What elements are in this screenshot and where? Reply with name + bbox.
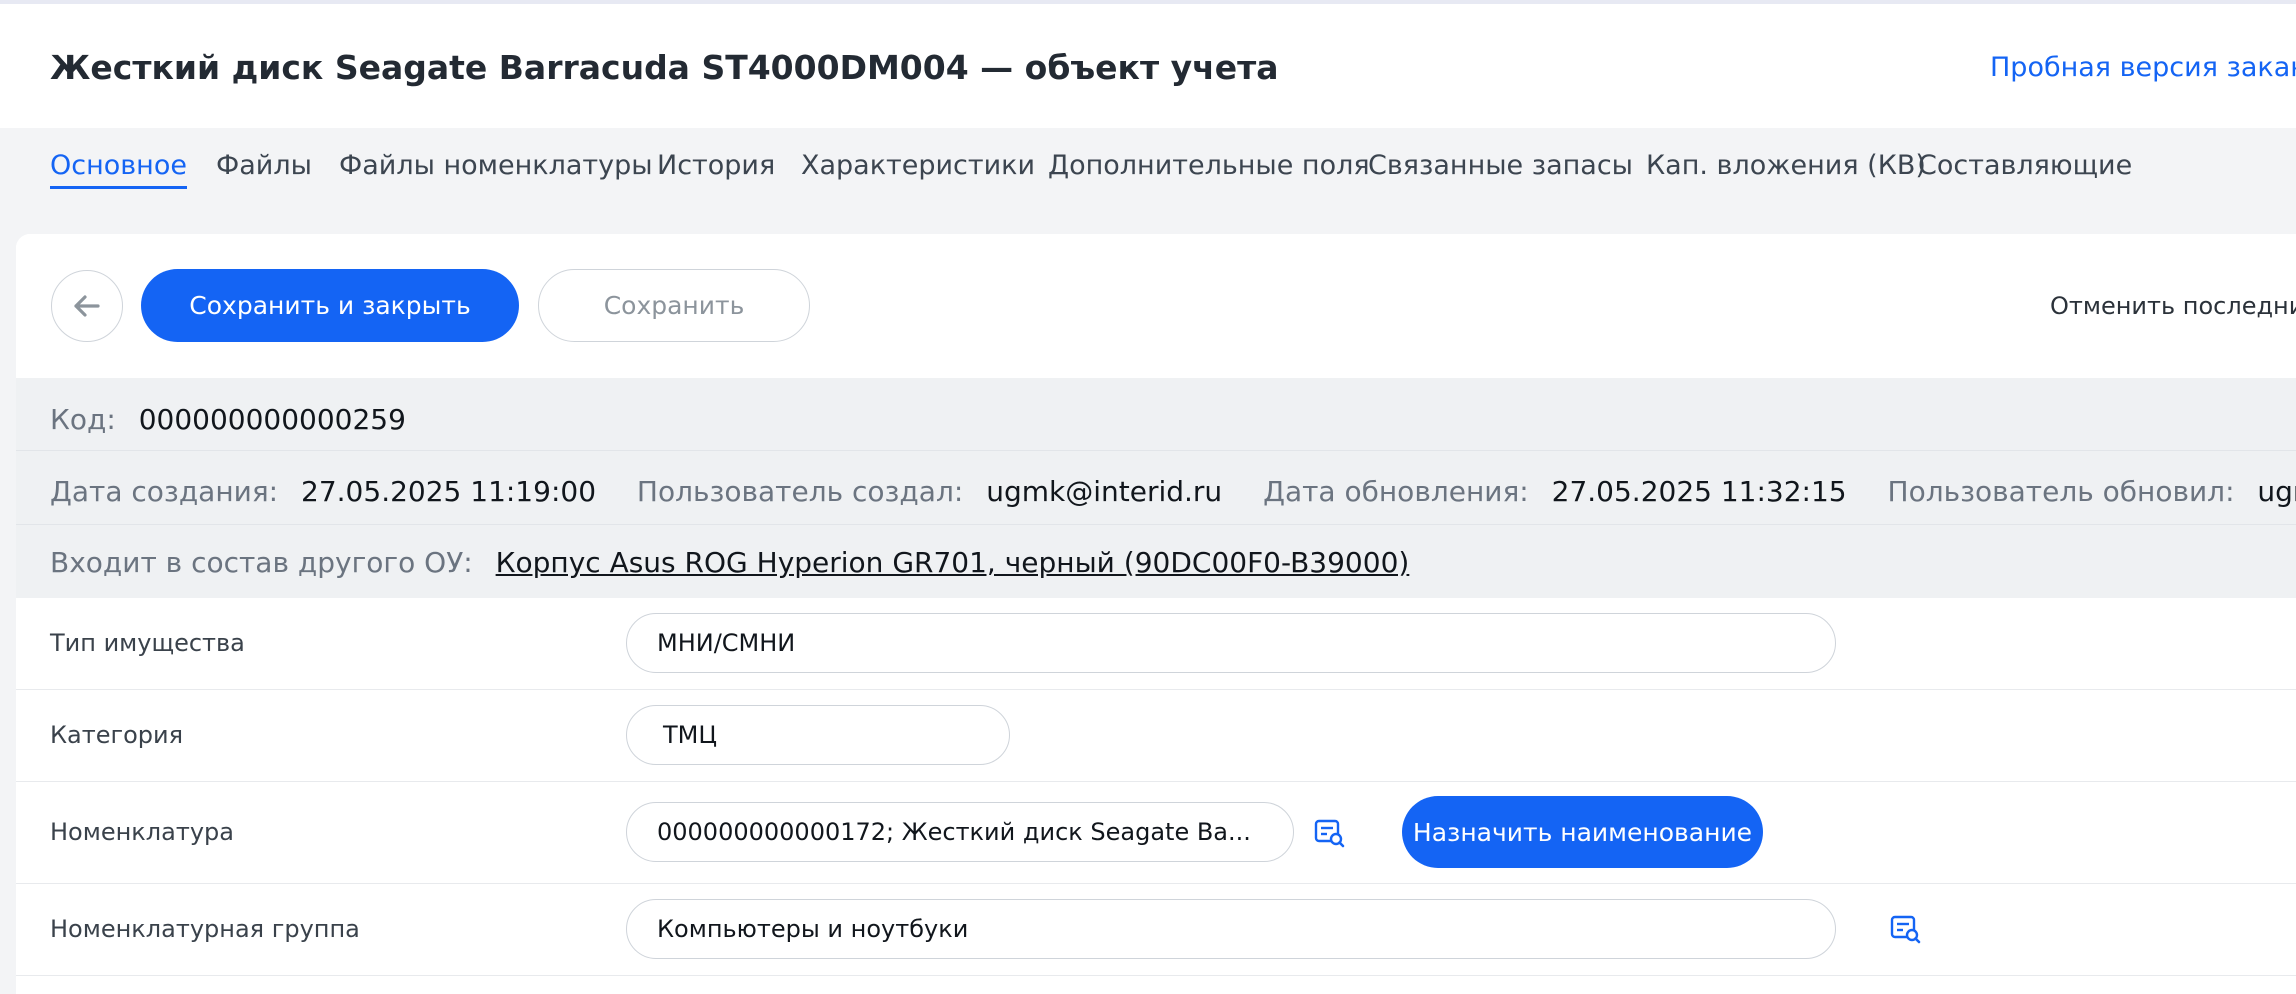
code-label: Код: <box>50 403 116 436</box>
audit-row: Дата создания: 27.05.2025 11:19:00 Польз… <box>50 475 2296 508</box>
info-divider <box>16 450 2296 451</box>
nomenclature-row: Номенклатура 000000000000172; Жесткий ди… <box>16 782 2296 884</box>
toolbar: Сохранить и закрыть Сохранить Отменить п… <box>16 234 2296 378</box>
nomenclature-group-field[interactable]: Компьютеры и ноутбуки <box>626 899 1836 959</box>
updated-by-label: Пользователь обновил: <box>1887 475 2235 508</box>
page-title: Жесткий диск Seagate Barracuda ST4000DM0… <box>50 48 1279 87</box>
tab-nomenclature-files[interactable]: Файлы номенклатуры <box>339 150 653 186</box>
nomenclature-group-row: Номенклатурная группа Компьютеры и ноутб… <box>16 884 2296 976</box>
category-row: Категория ТМЦ <box>16 690 2296 782</box>
code-row: Код: 000000000000259 <box>50 403 406 436</box>
updated-date-label: Дата обновления: <box>1263 475 1529 508</box>
tab-history[interactable]: История <box>657 150 775 186</box>
created-by-value: ugmk@interid.ru <box>986 475 1223 508</box>
page-header: Жесткий диск Seagate Barracuda ST4000DM0… <box>0 4 2296 128</box>
tab-bar: Основное Файлы Файлы номенклатуры Истори… <box>0 128 2296 232</box>
tab-components[interactable]: Составляющие <box>1918 150 2132 186</box>
tab-characteristics[interactable]: Характеристики <box>801 150 1035 186</box>
category-label: Категория <box>50 721 184 749</box>
created-date-value: 27.05.2025 11:19:00 <box>301 475 597 508</box>
info-divider <box>16 524 2296 525</box>
property-type-select[interactable]: МНИ/СМНИ <box>626 613 1836 673</box>
parent-ou-row: Входит в состав другого ОУ: Корпус Asus … <box>50 546 1409 579</box>
parent-ou-label: Входит в состав другого ОУ: <box>50 546 473 579</box>
created-by-label: Пользователь создал: <box>636 475 964 508</box>
cancel-last-changes-button[interactable]: Отменить последние <box>2050 292 2296 320</box>
property-type-label: Тип имущества <box>50 629 245 657</box>
back-button[interactable] <box>51 270 123 342</box>
assign-name-button[interactable]: Назначить наименование <box>1402 796 1763 868</box>
lookup-icon[interactable] <box>1314 818 1346 848</box>
main-card: Сохранить и закрыть Сохранить Отменить п… <box>16 234 2296 994</box>
nomenclature-group-label: Номенклатурная группа <box>50 915 360 943</box>
info-panel: Код: 000000000000259 Дата создания: 27.0… <box>16 378 2296 598</box>
nomenclature-field[interactable]: 000000000000172; Жесткий диск Seagate Ba… <box>626 802 1294 862</box>
tab-main[interactable]: Основное <box>50 150 187 189</box>
category-select[interactable]: ТМЦ <box>626 705 1010 765</box>
save-button[interactable]: Сохранить <box>538 269 810 342</box>
updated-date-value: 27.05.2025 11:32:15 <box>1551 475 1847 508</box>
trial-version-link[interactable]: Пробная версия закан <box>1990 52 2296 83</box>
tab-files[interactable]: Файлы <box>216 150 312 186</box>
tab-capital-investments[interactable]: Кап. вложения (КВ) <box>1646 150 1926 186</box>
tab-related-stocks[interactable]: Связанные запасы <box>1368 150 1633 186</box>
parent-ou-link[interactable]: Корпус Asus ROG Hyperion GR701, черный (… <box>496 546 1410 579</box>
code-value: 000000000000259 <box>138 403 406 436</box>
tab-additional-fields[interactable]: Дополнительные поля <box>1048 150 1370 186</box>
property-type-row: Тип имущества МНИ/СМНИ <box>16 598 2296 690</box>
arrow-left-icon <box>74 295 100 317</box>
updated-by-value: ugmk@interid.ru <box>2257 475 2296 508</box>
created-date-label: Дата создания: <box>50 475 279 508</box>
save-and-close-button[interactable]: Сохранить и закрыть <box>141 269 519 342</box>
nomenclature-label: Номенклатура <box>50 818 234 846</box>
lookup-icon[interactable] <box>1890 914 1922 944</box>
